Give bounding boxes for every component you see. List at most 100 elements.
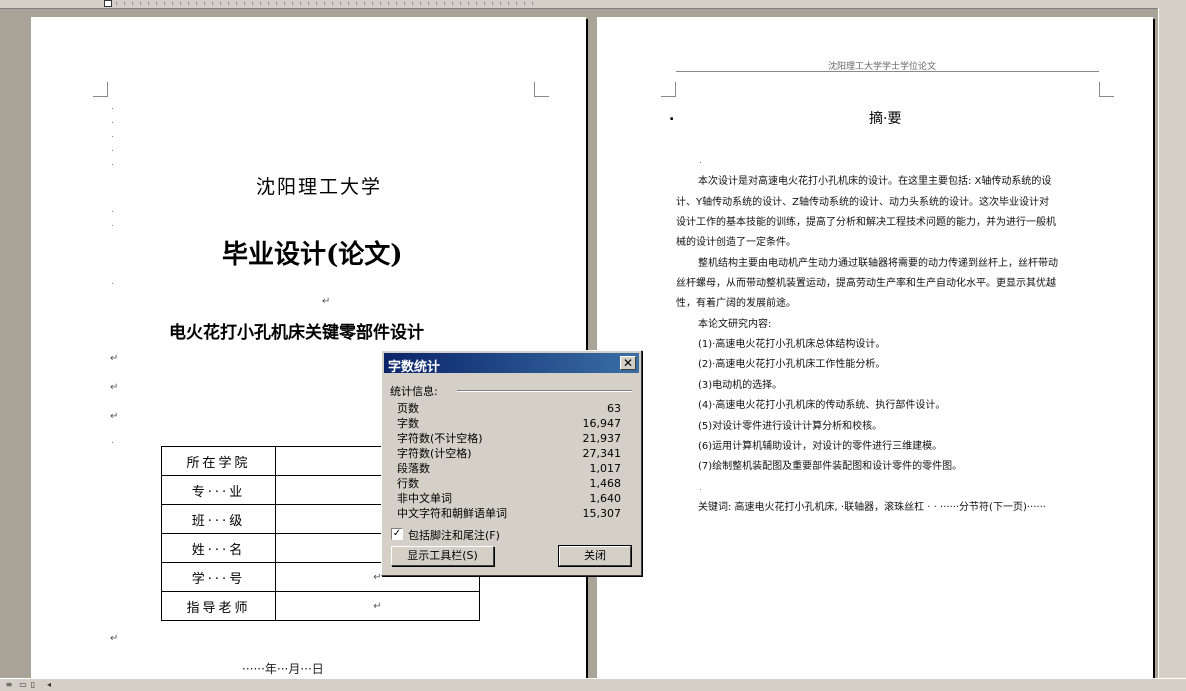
ruler-tick [452,1,453,5]
stat-row: 中文字符和朝鲜语单词 15,307 [397,506,621,521]
abstract-line: (1)·高速电火花打小孔机床总体结构设计。 [698,339,886,350]
ruler-tick [380,1,381,5]
ruler-tick [284,1,285,5]
paragraph-mark: . [111,116,114,126]
ruler-tick [308,1,309,5]
info-label: 专···业 [161,475,276,505]
header-divider [676,71,1099,72]
scroll-left-icon[interactable]: ◂ [44,680,54,689]
paragraph-mark: . [111,436,114,446]
date-line: ······年···月···日 [242,662,324,676]
stat-value: 63 [607,402,621,415]
abstract-line: 整机结构主要由电动机产生动力通过联轴器将需要的动力传递到丝杆上，丝杆带动 [698,258,1058,269]
ruler-tick [524,1,525,5]
normal-view-icon[interactable]: ≡ [4,680,14,689]
ruler-tick [420,1,421,5]
ruler-tick [388,1,389,5]
university-name: 沈阳理工大学 [256,176,383,198]
ruler-tick [476,1,477,5]
ruler-tick [180,1,181,5]
view-bar: ≡ ▭ ▯ ◂ [0,678,1186,691]
return-mark: ↵ [110,382,119,393]
stat-label: 段落数 [397,462,430,475]
abstract-line: 本论文研究内容: [698,319,772,330]
include-footnotes-checkbox[interactable]: ✓ [391,528,403,540]
abstract-line: (3)电动机的选择。 [698,380,783,391]
ruler-tick [156,1,157,5]
abstract-line: 设计工作的基本技能的训练，提高了分析和解决工程技术问题的能力，并为进行一般机 [676,217,1056,228]
dialog-titlebar[interactable]: 字数统计 ✕ [384,353,639,375]
ruler-tick [268,1,269,5]
ruler-tick [276,1,277,5]
ruler-tick [252,1,253,5]
ruler-tick [468,1,469,5]
web-view-icon[interactable]: ▭ [18,680,28,689]
ruler-tick [172,1,173,5]
ruler-tick [228,1,229,5]
paragraph-mark: . [111,102,114,112]
ruler-tick [516,1,517,5]
stat-label: 中文字符和朝鲜语单词 [397,507,507,520]
info-label: 指导老师 [161,591,276,621]
ruler-tick [116,1,117,5]
ruler-tick [188,1,189,5]
info-label: 姓···名 [161,533,276,563]
stat-value: 21,937 [582,432,622,445]
ruler-tick [148,1,149,5]
bullet-dot: . [669,108,675,124]
stat-label: 行数 [397,477,419,490]
stat-row: 字符数(计空格) 27,341 [397,446,621,461]
abstract-line: (7)绘制整机装配图及重要部件装配图和设计零件的零件图。 [698,461,963,472]
indent-marker[interactable] [104,0,112,7]
paragraph-mark: . [111,158,114,168]
abstract-line: (5)对设计零件进行设计计算分析和校核。 [698,421,883,432]
stat-row: 字数 16,947 [397,416,621,431]
include-footnotes-label[interactable]: 包括脚注和尾注(F) [408,527,500,543]
ruler-tick [164,1,165,5]
keywords-line: 关键词: 高速电火花打小孔机床, ·联轴器，滚珠丝杠 · · ······分节符… [698,502,1046,513]
margin-corner-mark [93,82,108,97]
stat-row: 段落数 1,017 [397,461,621,476]
show-toolbar-button[interactable]: 显示工具栏(S) [391,546,494,566]
stat-row: 页数 63 [397,401,621,416]
stat-value: 1,017 [589,462,622,475]
stat-value: 16,947 [582,417,622,430]
ruler-tick [260,1,261,5]
ruler-tick [460,1,461,5]
ruler-tick [412,1,413,5]
stat-value: 15,307 [582,507,622,520]
close-button[interactable]: 关闭 [558,545,632,567]
ruler-tick [500,1,501,5]
abstract-line: 计、Y轴传动系统的设计、Z轴传动系统的设计、动力头系统的设计。这次毕业设计对 [676,197,1049,208]
ruler-tick [220,1,221,5]
vertical-scrollbar[interactable] [1158,8,1186,678]
thesis-title: 电火花打小孔机床关键零部件设计 [169,323,424,343]
paragraph-mark: . [111,130,114,140]
page-view-icon[interactable]: ▯ [28,680,38,689]
ruler-tick [332,1,333,5]
paragraph-mark: . [111,205,114,215]
word-count-dialog: 字数统计 ✕ 统计信息: 页数 63 字数 16,947 字符数(不计空格) 21,9… [381,350,642,576]
ruler-tick [212,1,213,5]
stat-value: 1,468 [589,477,622,490]
return-mark: ↵ [110,353,119,364]
horizontal-ruler[interactable] [0,0,1186,9]
abstract-line: 性，有着广阔的发展前途。 [676,298,796,309]
ruler-tick [340,1,341,5]
info-value-cell[interactable]: ↵ [275,591,480,621]
statistics-group-label: 统计信息: [390,385,438,398]
paragraph-mark: . [699,483,702,493]
margin-corner-mark [534,82,549,97]
ruler-tick [508,1,509,5]
close-icon[interactable]: ✕ [620,356,636,370]
stat-label: 字符数(计空格) [397,447,472,460]
stat-row: 行数 1,468 [397,476,621,491]
ruler-tick [532,1,533,5]
paragraph-mark: . [111,144,114,154]
ruler-tick [436,1,437,5]
return-mark: ↵ [322,296,331,307]
abstract-line: 本次设计是对高速电火花打小孔机床的设计。在这里主要包括: X轴传动系统的设 [698,176,1052,187]
ruler-tick [124,1,125,5]
return-mark: ↵ [110,411,119,422]
info-label: 所在学院 [161,446,276,476]
